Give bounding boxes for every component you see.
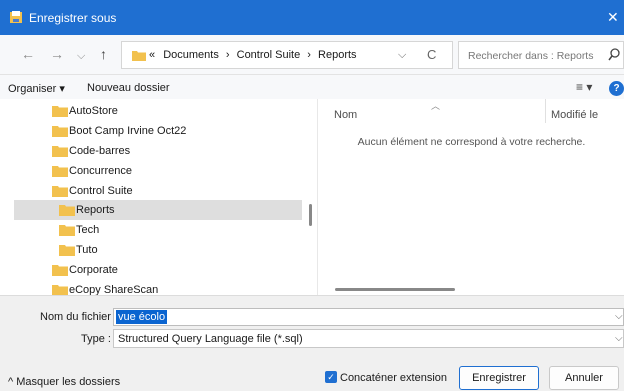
- folder-icon: [52, 285, 68, 295]
- up-arrow-icon[interactable]: ↑: [100, 46, 107, 62]
- organize-button[interactable]: Organiser ▾: [8, 82, 65, 95]
- breadcrumb-control-suite[interactable]: Control Suite: [237, 49, 301, 61]
- refresh-icon[interactable]: C: [427, 47, 436, 62]
- cancel-button[interactable]: Annuler: [549, 366, 619, 390]
- folder-icon: [59, 225, 75, 236]
- tree-item-boot-camp[interactable]: Boot Camp Irvine Oct22: [0, 121, 302, 141]
- window-title: Enregistrer sous: [29, 11, 117, 25]
- close-icon[interactable]: ✕: [607, 9, 619, 25]
- tree-item-control-suite[interactable]: Control Suite: [0, 181, 302, 201]
- tree-item-label: Reports: [76, 204, 115, 216]
- tree-item-label: Code-barres: [69, 145, 131, 157]
- concat-extension-checkbox[interactable]: ✓: [325, 371, 337, 383]
- command-bar: Organiser ▾ Nouveau dossier ≡ ▾ ?: [0, 75, 624, 99]
- view-options-icon[interactable]: ≡ ▾: [576, 80, 592, 94]
- folder-icon: [132, 51, 146, 61]
- folder-icon: [52, 186, 68, 197]
- tree-item-concurrence[interactable]: Concurrence: [0, 161, 302, 181]
- folder-icon: [52, 146, 68, 157]
- breadcrumb-separator: ›: [225, 49, 230, 61]
- path-breadcrumb[interactable]: « Documents › Control Suite › Reports ⌵ …: [121, 41, 453, 69]
- concat-extension-label[interactable]: Concaténer extension: [340, 372, 447, 384]
- tree-item-label: Control Suite: [69, 185, 133, 197]
- filename-dropdown-icon[interactable]: ⌵: [615, 311, 623, 322]
- breadcrumb-overflow[interactable]: «: [149, 49, 155, 61]
- tree-item-label: Tuto: [76, 244, 98, 256]
- sort-arrow-icon: ︿: [431, 101, 441, 111]
- file-type-select[interactable]: Structured Query Language file (*.sql) ⌵: [113, 329, 624, 348]
- filename-label: Nom du fichier :: [40, 311, 118, 323]
- tree-item-reports[interactable]: Reports: [14, 200, 302, 220]
- breadcrumb-separator: ›: [307, 49, 311, 61]
- save-button[interactable]: Enregistrer: [459, 366, 539, 390]
- column-header-name[interactable]: Nom: [334, 109, 357, 121]
- search-input[interactable]: Rechercher dans : Reports: [458, 41, 624, 69]
- filename-value[interactable]: vue écolo: [116, 310, 168, 324]
- filename-field[interactable]: vue écolo ⌵: [113, 308, 624, 326]
- save-dialog-icon: [10, 11, 22, 23]
- navigation-pane: AutoStore Boot Camp Irvine Oct22 Code-ba…: [0, 99, 316, 295]
- tree-item-autostore[interactable]: AutoStore: [0, 101, 302, 121]
- column-divider[interactable]: [545, 99, 546, 123]
- hide-folders-button[interactable]: ^ Masquer les dossiers: [8, 376, 120, 388]
- tree-item-label: Corporate: [69, 264, 118, 276]
- file-type-value: Structured Query Language file (*.sql): [118, 333, 303, 345]
- navigation-scrollbar[interactable]: [309, 204, 312, 226]
- search-placeholder: Rechercher dans : Reports: [468, 50, 594, 62]
- tree-item-label: Boot Camp Irvine Oct22: [69, 125, 187, 137]
- folder-icon: [52, 106, 68, 117]
- tree-item-label: AutoStore: [69, 105, 118, 117]
- help-icon[interactable]: ?: [609, 81, 624, 96]
- new-folder-button[interactable]: Nouveau dossier: [87, 82, 170, 94]
- folder-icon: [52, 166, 68, 177]
- address-dropdown-icon[interactable]: ⌵: [398, 49, 406, 62]
- address-bar: ← → ⌵ ↑ « Documents › Control Suite › Re…: [0, 35, 624, 75]
- recent-locations-icon[interactable]: ⌵: [77, 48, 85, 64]
- tree-item-corporate[interactable]: Corporate: [0, 260, 302, 280]
- back-arrow-icon[interactable]: ←: [21, 46, 35, 62]
- folder-icon: [52, 265, 68, 276]
- folder-icon: [59, 205, 75, 216]
- breadcrumb-reports[interactable]: Reports: [318, 49, 357, 61]
- save-form: Nom du fichier : vue écolo ⌵ Type : Stru…: [0, 295, 624, 391]
- forward-arrow-icon[interactable]: →: [50, 46, 64, 62]
- empty-message: Aucun élément ne correspond à votre rech…: [357, 136, 586, 148]
- tree-item-tech[interactable]: Tech: [0, 220, 302, 240]
- file-list-scrollbar[interactable]: [335, 288, 455, 291]
- tree-item-ecopy-sharescan[interactable]: eCopy ShareScan: [0, 280, 302, 295]
- type-label: Type :: [81, 333, 111, 345]
- folder-icon: [59, 245, 75, 256]
- tree-item-label: Tech: [76, 224, 100, 236]
- folder-icon: [52, 126, 68, 137]
- breadcrumb: « Documents › Control Suite › Reports: [149, 49, 357, 61]
- tree-item-code-barres[interactable]: Code-barres: [0, 141, 302, 161]
- tree-item-tuto[interactable]: Tuto: [0, 240, 302, 260]
- search-icon[interactable]: [608, 48, 620, 62]
- column-header-modified[interactable]: Modifié le: [551, 109, 598, 121]
- breadcrumb-documents[interactable]: Documents: [163, 49, 219, 61]
- file-list-pane: ︿ Nom Modifié le Aucun élément ne corres…: [317, 99, 624, 295]
- title-bar: Enregistrer sous ✕: [0, 0, 624, 35]
- file-type-dropdown-icon[interactable]: ⌵: [615, 333, 623, 344]
- tree-item-label: Concurrence: [69, 165, 132, 177]
- tree-item-label: eCopy ShareScan: [69, 284, 159, 295]
